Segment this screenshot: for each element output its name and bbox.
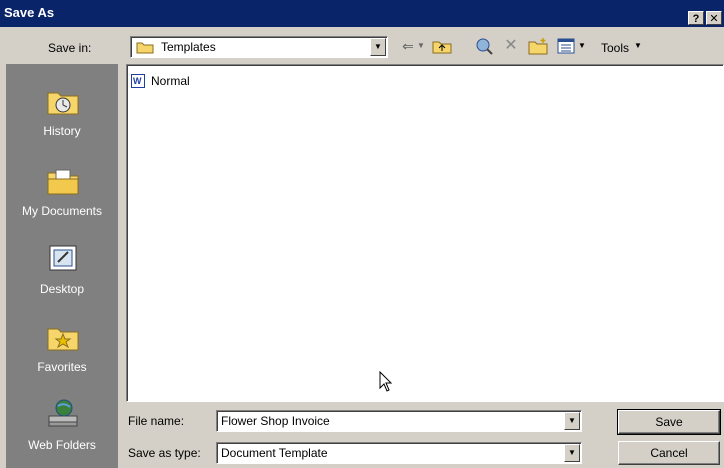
word-document-icon (131, 74, 145, 88)
window-title: Save As (4, 5, 55, 20)
folder-icon (136, 42, 154, 54)
place-my-documents[interactable]: My Documents (6, 164, 118, 222)
back-dropdown-icon[interactable]: ▼ (416, 36, 426, 56)
place-label: Desktop (39, 282, 85, 296)
place-label: My Documents (21, 204, 103, 218)
save-in-combobox[interactable]: Templates ▼ (130, 36, 388, 58)
save-as-type-select[interactable]: Document Template ▼ (216, 442, 582, 464)
close-button[interactable]: ✕ (706, 11, 722, 25)
save-as-type-value: Document Template (221, 446, 328, 460)
tools-dropdown-icon[interactable]: ▼ (633, 36, 643, 56)
save-in-value: Templates (161, 40, 216, 54)
file-name: Normal (151, 74, 190, 88)
place-label: Favorites (37, 360, 87, 374)
web-folders-icon (48, 399, 78, 427)
place-history[interactable]: History (6, 84, 118, 142)
mouse-cursor-icon (379, 371, 393, 392)
history-icon (47, 92, 79, 115)
chevron-down-icon[interactable]: ▼ (564, 444, 580, 462)
views-icon[interactable] (557, 38, 575, 54)
search-web-icon[interactable] (474, 37, 494, 55)
up-one-level-icon[interactable] (432, 38, 452, 54)
my-documents-icon (47, 169, 79, 195)
save-button[interactable]: Save (617, 409, 721, 435)
desktop-icon (49, 245, 77, 271)
chevron-down-icon[interactable]: ▼ (564, 412, 580, 430)
places-bar: History My Documents Desktop Favorites W… (6, 64, 118, 468)
place-label: History (43, 124, 81, 138)
tools-menu[interactable]: Tools (601, 41, 629, 55)
save-as-type-label: Save as type: (128, 446, 201, 460)
save-in-label: Save in: (48, 41, 92, 55)
title-bar: Save As ? ✕ (0, 0, 724, 27)
file-name-field[interactable]: Flower Shop Invoice ▼ (216, 410, 582, 432)
chevron-down-icon[interactable]: ▼ (370, 38, 386, 56)
place-web-folders[interactable]: Web Folders (6, 398, 118, 456)
place-favorites[interactable]: Favorites (6, 320, 118, 378)
back-icon[interactable]: ⇐ (400, 36, 416, 56)
file-name-label: File name: (128, 414, 185, 428)
favorites-icon (47, 328, 79, 351)
cancel-button[interactable]: Cancel (618, 441, 720, 465)
file-list[interactable]: Normal (126, 64, 724, 402)
views-dropdown-icon[interactable]: ▼ (577, 36, 587, 56)
new-folder-icon[interactable] (528, 37, 548, 55)
place-desktop[interactable]: Desktop (6, 242, 118, 300)
file-name-value: Flower Shop Invoice (221, 414, 330, 428)
help-button[interactable]: ? (688, 11, 704, 25)
place-label: Web Folders (28, 438, 96, 452)
delete-icon[interactable]: ✕ (502, 36, 520, 56)
